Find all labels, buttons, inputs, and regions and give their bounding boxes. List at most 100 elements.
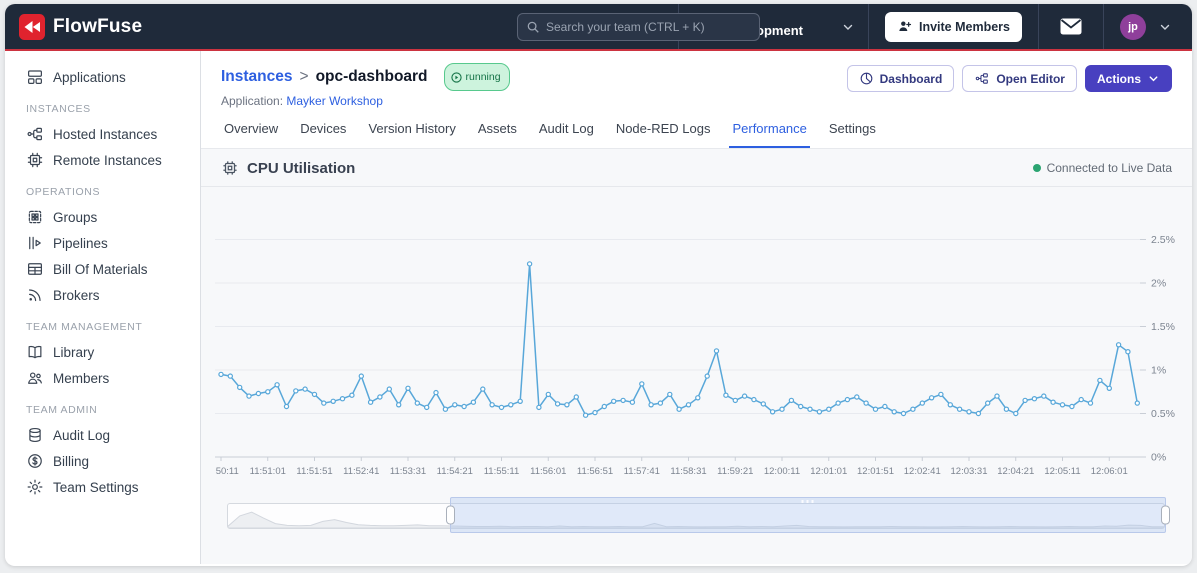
- page-header: Instances > opc-dashboard running Applic…: [201, 51, 1192, 108]
- mail-icon: [1060, 18, 1082, 35]
- svg-text:2%: 2%: [1151, 278, 1166, 290]
- live-status: Connected to Live Data: [1032, 161, 1172, 175]
- sidebar-item-library[interactable]: Library: [5, 339, 200, 365]
- open-editor-button[interactable]: Open Editor: [962, 65, 1077, 92]
- y-axis-labels: 0% 0.5% 1% 1.5% 2% 2.5%: [1140, 234, 1175, 464]
- tab-node-red-logs[interactable]: Node-RED Logs: [613, 121, 714, 148]
- sidebar-item-team-settings[interactable]: Team Settings: [5, 474, 200, 500]
- svg-text:12:02:41: 12:02:41: [904, 466, 941, 477]
- svg-text:0%: 0%: [1151, 452, 1166, 464]
- invite-members-label: Invite Members: [918, 19, 1010, 34]
- svg-text:12:06:01: 12:06:01: [1091, 466, 1128, 477]
- svg-text:12:00:11: 12:00:11: [764, 466, 800, 477]
- svg-text:11:54:21: 11:54:21: [437, 466, 473, 477]
- sidebar-item-hosted-instances[interactable]: Hosted Instances: [5, 121, 200, 147]
- cpu-chip-icon: [221, 159, 239, 177]
- svg-text:1%: 1%: [1151, 365, 1166, 377]
- live-status-label: Connected to Live Data: [1046, 161, 1172, 175]
- sidebar-item-brokers[interactable]: Brokers: [5, 282, 200, 308]
- time-range-brush[interactable]: [227, 497, 1170, 533]
- svg-text:0.5%: 0.5%: [1151, 408, 1175, 420]
- tab-assets[interactable]: Assets: [475, 121, 520, 148]
- library-icon: [26, 343, 44, 361]
- brush-selection[interactable]: [446, 497, 1170, 533]
- team-search[interactable]: [517, 13, 760, 41]
- sidebar-item-label: Applications: [53, 69, 126, 85]
- chart-header: CPU Utilisation Connected to Live Data: [201, 149, 1192, 187]
- user-avatar: jp: [1120, 13, 1146, 40]
- hosted-instances-icon: [26, 125, 44, 143]
- flowfuse-logo[interactable]: FlowFuse: [19, 13, 143, 40]
- tab-overview[interactable]: Overview: [221, 121, 281, 148]
- sidebar-item-label: Hosted Instances: [53, 126, 158, 142]
- brush-grip-icon[interactable]: [801, 500, 815, 503]
- brush-left-handle[interactable]: [446, 505, 456, 525]
- breadcrumb-separator: >: [299, 68, 309, 85]
- chevron-down-icon: [1147, 72, 1160, 85]
- cpu-series-markers[interactable]: [218, 261, 1141, 418]
- chart-title: CPU Utilisation: [247, 159, 356, 177]
- sidebar-item-groups[interactable]: Groups: [5, 204, 200, 230]
- sidebar-item-audit-log[interactable]: Audit Log: [5, 422, 200, 448]
- cpu-series-line[interactable]: [220, 263, 1139, 416]
- svg-text:12:05:11: 12:05:11: [1044, 466, 1080, 477]
- sidebar-item-applications[interactable]: Applications: [5, 64, 200, 90]
- svg-text:11:59:21: 11:59:21: [717, 466, 753, 477]
- svg-text:12:01:51: 12:01:51: [857, 466, 894, 477]
- sidebar-item-remote-instances[interactable]: Remote Instances: [5, 147, 200, 173]
- svg-text:11:56:01: 11:56:01: [530, 466, 566, 477]
- chevron-down-icon[interactable]: [1158, 20, 1172, 34]
- notifications-button[interactable]: [1039, 4, 1103, 49]
- svg-text:11:50:11: 11:50:11: [215, 466, 239, 477]
- tab-settings[interactable]: Settings: [826, 121, 879, 148]
- main-content: Instances > opc-dashboard running Applic…: [201, 51, 1192, 564]
- members-icon: [26, 369, 44, 387]
- actions-button[interactable]: Actions: [1084, 65, 1172, 92]
- sidebar-item-billing[interactable]: Billing: [5, 448, 200, 474]
- sidebar-item-pipelines[interactable]: Pipelines: [5, 230, 200, 256]
- pie-chart-icon: [859, 71, 874, 86]
- sidebar-item-label: Bill Of Materials: [53, 261, 148, 277]
- sidebar-item-members[interactable]: Members: [5, 365, 200, 391]
- svg-text:11:53:31: 11:53:31: [390, 466, 426, 477]
- tab-audit-log[interactable]: Audit Log: [536, 121, 597, 148]
- sidebar-item-label: Audit Log: [53, 427, 111, 443]
- applications-icon: [26, 68, 44, 86]
- tab-version-history[interactable]: Version History: [365, 121, 458, 148]
- y-gridlines: [215, 239, 1140, 414]
- brand-name: FlowFuse: [53, 15, 143, 37]
- chart-zone: 0% 0.5% 1% 1.5% 2% 2.5% 11:50:11 11:51:01 11:51:…: [201, 187, 1192, 533]
- breadcrumb-instances-link[interactable]: Instances: [221, 66, 293, 88]
- sidebar-item-label: Team Settings: [53, 479, 139, 495]
- brokers-icon: [26, 286, 44, 304]
- live-dot-icon: [1032, 164, 1041, 172]
- search-input[interactable]: [546, 20, 751, 34]
- chevron-down-icon[interactable]: [841, 20, 855, 34]
- tab-performance[interactable]: Performance: [729, 121, 810, 148]
- svg-text:11:52:41: 11:52:41: [343, 466, 379, 477]
- sidebar-item-label: Pipelines: [53, 235, 108, 251]
- user-menu[interactable]: jp: [1104, 4, 1178, 49]
- sidebar-section-label: OPERATIONS: [26, 186, 101, 198]
- cpu-utilisation-chart[interactable]: 0% 0.5% 1% 1.5% 2% 2.5% 11:50:11 11:51:01 11:51:…: [215, 193, 1191, 477]
- user-plus-icon: [897, 19, 913, 35]
- sidebar-item-label: Brokers: [53, 287, 100, 303]
- invite-members-button[interactable]: Invite Members: [884, 11, 1022, 42]
- sidebar-item-label: Billing: [53, 453, 90, 469]
- svg-text:12:04:21: 12:04:21: [997, 466, 1034, 477]
- brush-right-handle[interactable]: [1161, 505, 1170, 525]
- performance-panel: CPU Utilisation Connected to Live Data 0…: [201, 148, 1192, 564]
- x-axis-labels: 11:50:11 11:51:01 11:51:51 11:52:41 11:53:31…: [215, 457, 1128, 477]
- application-link[interactable]: Mayker Workshop: [286, 94, 382, 108]
- dashboard-button[interactable]: Dashboard: [846, 65, 955, 92]
- status-label: running: [465, 71, 501, 83]
- svg-text:11:55:11: 11:55:11: [484, 466, 520, 477]
- tab-devices[interactable]: Devices: [297, 121, 349, 148]
- open-editor-button-label: Open Editor: [996, 71, 1065, 86]
- svg-text:12:01:01: 12:01:01: [810, 466, 847, 477]
- sidebar-item-bill-of-materials[interactable]: Bill Of Materials: [5, 256, 200, 282]
- application-label: Application:: [221, 94, 284, 108]
- play-circle-icon: [450, 71, 462, 83]
- app-window: FlowFuse TEAM: Development: [5, 4, 1192, 566]
- svg-text:11:51:51: 11:51:51: [296, 466, 332, 477]
